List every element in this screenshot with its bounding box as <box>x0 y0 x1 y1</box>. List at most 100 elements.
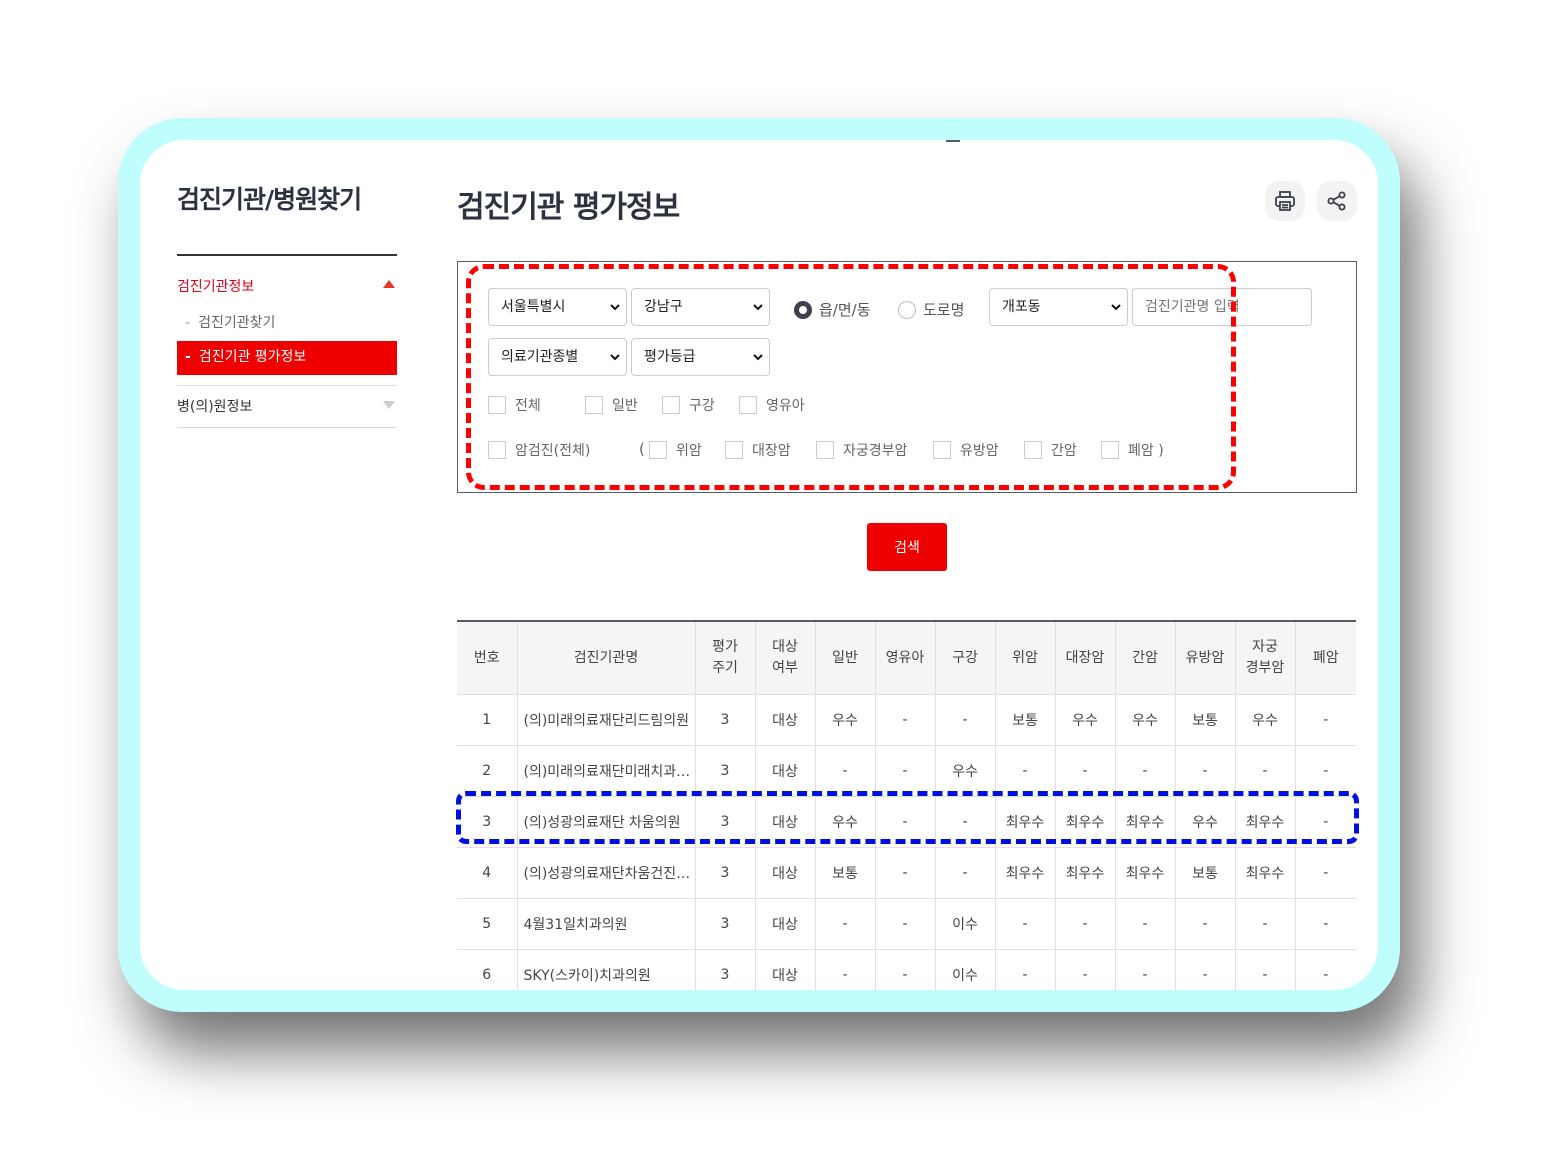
checkbox-cancer-all[interactable]: 암검진(전체) <box>488 440 590 460</box>
institution-name-cell[interactable]: (의)미래의료재단리드림의원 <box>517 694 696 746</box>
table-cell: - <box>815 745 876 797</box>
table-cell: 최우수 <box>995 847 1056 899</box>
checkbox-general[interactable]: 일반 <box>585 395 638 415</box>
table-row[interactable]: 5 4월31일치과의원 3 대상 - - 이수 - - - - - - <box>457 898 1356 950</box>
radio-eup-myeon-dong[interactable]: 읍/면/동 <box>794 299 871 320</box>
print-icon <box>1275 191 1295 211</box>
table-cell: - <box>875 949 936 990</box>
chevron-down-icon <box>753 304 763 311</box>
search-button[interactable]: 검색 <box>867 523 947 571</box>
table-cell: 최우수 <box>1055 847 1116 899</box>
screen: 검진기관/병원찾기 검진기관정보 - 검진기관찾기 - 검진기관 평가정보 병(의)… <box>140 140 1378 990</box>
table-row[interactable]: 4 (의)성광의료재단차움건진… 3 대상 보통 - - 최우수 최우수 최우수 보통 최우수 - <box>457 847 1356 899</box>
institution-name-input[interactable] <box>1132 288 1312 326</box>
device-frame: 검진기관/병원찾기 검진기관정보 - 검진기관찾기 - 검진기관 평가정보 병(의)… <box>118 118 1400 1012</box>
checkbox-breast-cancer[interactable]: 유방암 <box>933 440 999 460</box>
share-button[interactable] <box>1317 181 1357 221</box>
table-body: 1 (의)미래의료재단리드림의원 3 대상 우수 - - 보통 우수 우수 보통 우수 -2 (의)미래의… <box>457 694 1356 990</box>
table-cell: 최우수 <box>1235 796 1296 848</box>
column-header: 위암 <box>995 621 1056 695</box>
institution-type-select[interactable]: 의료기관종별 <box>488 338 627 376</box>
table-cell: 4 <box>457 847 518 899</box>
table-cell: 3 <box>457 796 518 848</box>
checkbox-infant[interactable]: 영유아 <box>739 395 805 415</box>
sidebar-item-evaluation-info[interactable]: - 검진기관 평가정보 <box>177 341 397 375</box>
table-cell: - <box>935 796 996 848</box>
table-cell: 우수 <box>935 745 996 797</box>
evaluation-table: 번호 검진기관명 평가 주기 대상 여부 일반 영유아 구강 위암 대장암 간암 유방암 자궁 경부암 폐암 … <box>457 620 1356 990</box>
sidebar-item-label: 검진기관 평가정보 <box>198 349 307 365</box>
checkbox-cervical-cancer[interactable]: 자궁경부암 <box>816 440 907 460</box>
checkbox-colorectal-cancer[interactable]: 대장암 <box>725 440 791 460</box>
table-cell: 우수 <box>1175 796 1236 848</box>
table-cell: 우수 <box>1235 694 1296 746</box>
column-header: 유방암 <box>1175 621 1236 695</box>
table-cell: 대상 <box>755 847 816 899</box>
paren-open: ( <box>639 440 645 458</box>
table-row[interactable]: 2 (의)미래의료재단미래치과… 3 대상 - - 우수 - - - - - - <box>457 745 1356 797</box>
table-cell: - <box>995 898 1056 950</box>
table-cell: 최우수 <box>1235 847 1296 899</box>
checkbox-lung-cancer[interactable]: 폐암 ) <box>1101 440 1164 460</box>
table-cell: - <box>815 949 876 990</box>
institution-name-cell[interactable]: (의)성광의료재단차움건진… <box>517 847 696 899</box>
sidebar-section-hospital-info[interactable]: 병(의)원정보 <box>177 396 397 416</box>
grade-select[interactable]: 평가등급 <box>631 338 770 376</box>
sidebar-item-find-institution[interactable]: - 검진기관찾기 <box>177 312 275 332</box>
chevron-down-icon <box>1111 304 1121 311</box>
sidebar-title: 검진기관/병원찾기 <box>177 185 362 214</box>
table-cell: - <box>1055 745 1116 797</box>
column-header: 번호 <box>457 621 518 695</box>
checkbox-all[interactable]: 전체 <box>488 395 541 415</box>
table-cell: - <box>995 745 1056 797</box>
table-row[interactable]: 3 (의)성광의료재단 차움의원 3 대상 우수 - - 최우수 최우수 최우수 우수 최우수 - <box>457 796 1356 848</box>
table-row[interactable]: 1 (의)미래의료재단리드림의원 3 대상 우수 - - 보통 우수 우수 보통 우수 - <box>457 694 1356 746</box>
table-cell: - <box>1115 898 1176 950</box>
table-cell: - <box>875 694 936 746</box>
table-cell: 우수 <box>1055 694 1116 746</box>
table-cell: - <box>1235 949 1296 990</box>
table-cell: 보통 <box>1175 847 1236 899</box>
table-row[interactable]: 6 SKY(스카이)치과의원 3 대상 - - 이수 - - - - - - <box>457 949 1356 990</box>
dong-select[interactable]: 개포동 <box>989 288 1128 326</box>
table-cell: - <box>875 898 936 950</box>
table-cell: - <box>1175 949 1236 990</box>
sidebar-item-label: 검진기관찾기 <box>198 315 276 331</box>
radio-selected-icon <box>794 300 812 319</box>
institution-name-cell[interactable]: (의)미래의료재단미래치과… <box>517 745 696 797</box>
chevron-down-icon <box>610 354 620 361</box>
checkbox-stomach-cancer[interactable]: 위암 <box>649 440 702 460</box>
district-select[interactable]: 강남구 <box>631 288 770 326</box>
table-cell: 대상 <box>755 694 816 746</box>
column-header: 일반 <box>815 621 876 695</box>
radio-unselected-icon <box>898 300 916 319</box>
table-cell: 대상 <box>755 898 816 950</box>
table-cell: 대상 <box>755 949 816 990</box>
page-title: 검진기관 평가정보 <box>457 190 680 225</box>
scroll-indicator <box>946 140 960 142</box>
table-cell: - <box>1175 745 1236 797</box>
table-cell: - <box>815 898 876 950</box>
table-cell: 우수 <box>1115 694 1176 746</box>
table-cell: - <box>1175 898 1236 950</box>
table-cell: 이수 <box>935 898 996 950</box>
checkbox-liver-cancer[interactable]: 간암 <box>1024 440 1077 460</box>
table-cell: - <box>875 847 936 899</box>
caret-up-icon <box>383 280 395 288</box>
table-cell: 3 <box>695 745 756 797</box>
institution-name-cell[interactable]: 4월31일치과의원 <box>517 898 696 950</box>
institution-name-cell[interactable]: SKY(스카이)치과의원 <box>517 949 696 990</box>
table-cell: 대상 <box>755 796 816 848</box>
city-select[interactable]: 서울특별시 <box>488 288 627 326</box>
sidebar-divider <box>177 254 397 256</box>
institution-name-cell[interactable]: (의)성광의료재단 차움의원 <box>517 796 696 848</box>
checkbox-oral[interactable]: 구강 <box>662 395 715 415</box>
radio-road-name[interactable]: 도로명 <box>898 299 964 320</box>
column-header: 간암 <box>1115 621 1176 695</box>
table-cell: - <box>1295 949 1356 990</box>
sidebar-section-institution-info[interactable]: 검진기관정보 <box>177 276 397 296</box>
table-cell: - <box>875 796 936 848</box>
table-cell: - <box>1235 745 1296 797</box>
table-cell: 우수 <box>815 694 876 746</box>
print-button[interactable] <box>1265 181 1305 221</box>
